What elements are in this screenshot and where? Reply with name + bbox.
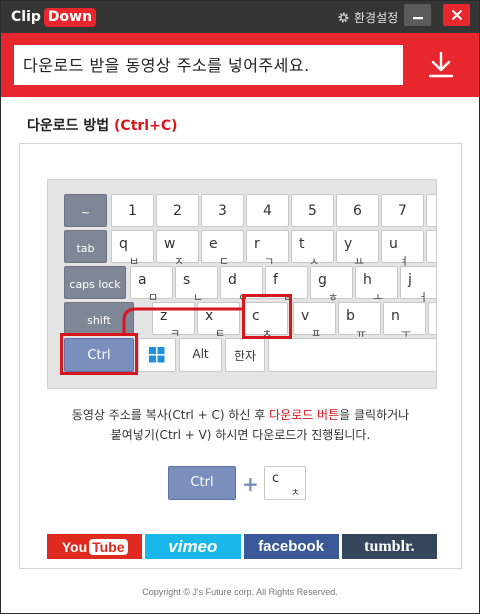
- howto-shortcut: (Ctrl+C): [114, 118, 178, 134]
- minimize-button[interactable]: [404, 4, 431, 26]
- c-key-highlight: [242, 294, 292, 339]
- keyboard-illustration: ~ 1 2 3 4 5 6 7 tab qㅂ wㅈ eㄷ rㄱ tㅅ yㅛ uㅕ…: [47, 179, 437, 389]
- settings-label: 환경설정: [354, 10, 399, 25]
- url-bar: [1, 33, 479, 97]
- howto-title-text: 다운로드 방법: [27, 118, 110, 134]
- minimize-icon: [412, 17, 423, 20]
- instructions: 동영상 주소를 복사(Ctrl + C) 하신 후 다운로드 버튼을 클릭하거나…: [19, 405, 462, 445]
- url-input[interactable]: [14, 45, 403, 85]
- app-window: Clip Down 환경설정 다운로드 받을 동영상 주소를 넣어주세요. 다운…: [0, 0, 480, 614]
- howto-title: 다운로드 방법 (Ctrl+C): [27, 115, 178, 135]
- close-button[interactable]: [443, 4, 470, 26]
- logo-down-text: Down: [43, 7, 97, 27]
- instructions-line2: 붙여넣기(Ctrl + V) 하시면 다운로드가 진행됩니다.: [110, 428, 371, 442]
- gear-icon: [338, 12, 349, 22]
- combo-plus: +: [242, 472, 259, 496]
- title-bar[interactable]: Clip Down 환경설정: [1, 1, 479, 33]
- youtube-logo[interactable]: You Tube: [47, 534, 143, 559]
- vimeo-logo[interactable]: vimeo: [145, 534, 241, 559]
- facebook-logo[interactable]: facebook: [243, 534, 339, 559]
- app-logo: Clip Down: [11, 7, 97, 27]
- copyright: Copyright © J's Future corp. All Rights …: [142, 587, 338, 597]
- tumblr-logo[interactable]: tumblr.: [341, 534, 437, 559]
- supported-services: You Tube vimeo facebook tumblr.: [47, 534, 437, 559]
- settings-button[interactable]: 환경설정: [337, 7, 398, 27]
- combo-ctrl-key: Ctrl: [168, 466, 236, 500]
- instructions-line1: 동영상 주소를 복사(Ctrl + C) 하신 후 다운로드 버튼을 클릭하거나: [71, 408, 410, 422]
- download-button[interactable]: [421, 47, 461, 83]
- close-icon: [451, 9, 462, 21]
- combo-c-key: c ㅊ: [264, 466, 306, 500]
- download-button-hint: 다운로드 버튼: [269, 408, 340, 422]
- download-icon: [428, 51, 454, 78]
- ctrl-highlight: [60, 333, 138, 375]
- logo-clip-text: Clip: [11, 9, 41, 25]
